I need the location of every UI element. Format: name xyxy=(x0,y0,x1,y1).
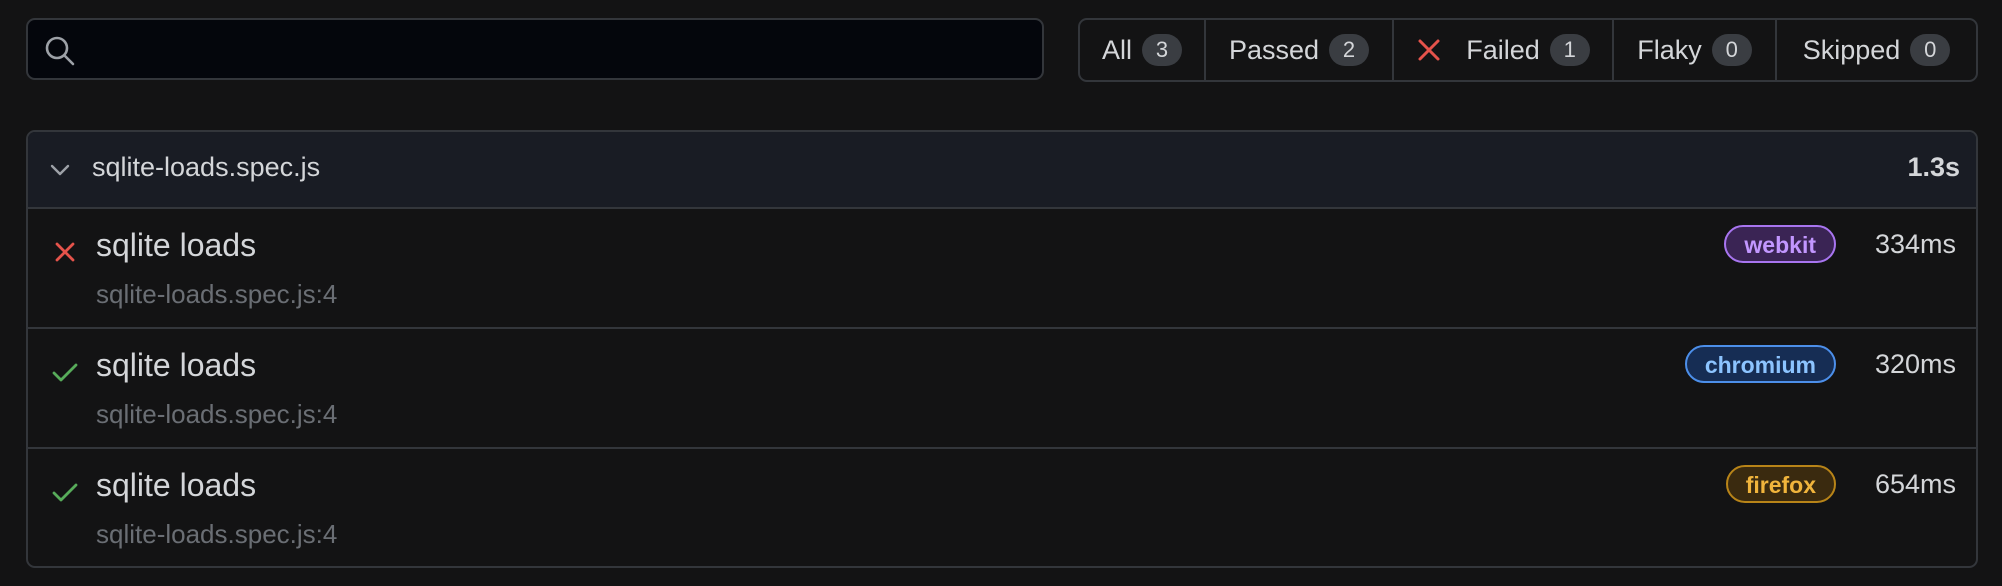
check-icon xyxy=(52,363,78,382)
test-row[interactable]: sqlite loads sqlite-loads.spec.js:4 webk… xyxy=(28,209,1976,329)
filter-failed-count: 1 xyxy=(1549,34,1590,66)
filter-flaky-label: Flaky xyxy=(1637,34,1702,65)
filter-skipped[interactable]: Skipped 0 xyxy=(1777,20,1976,80)
filter-all-label: All xyxy=(1101,34,1132,65)
test-report: All 3 Passed 2 Failed 1 Flaky 0 Skipped … xyxy=(0,0,2002,586)
test-duration: 334ms xyxy=(1874,229,1956,259)
test-duration: 654ms xyxy=(1874,469,1956,499)
test-row[interactable]: sqlite loads sqlite-loads.spec.js:4 fire… xyxy=(28,449,1976,566)
x-icon xyxy=(1418,39,1440,61)
test-location: sqlite-loads.spec.js:4 xyxy=(96,279,338,309)
filter-passed-count: 2 xyxy=(1329,34,1370,66)
test-title[interactable]: sqlite loads xyxy=(96,347,256,384)
test-title[interactable]: sqlite loads xyxy=(96,467,256,504)
project-badge-chromium[interactable]: chromium xyxy=(1684,345,1836,383)
test-duration: 320ms xyxy=(1874,349,1956,379)
filter-all-count: 3 xyxy=(1142,34,1182,66)
search-input[interactable] xyxy=(92,20,1030,80)
test-title[interactable]: sqlite loads xyxy=(96,227,256,264)
filter-flaky[interactable]: Flaky 0 xyxy=(1614,20,1777,80)
filter-passed-label: Passed xyxy=(1228,34,1320,65)
filter-passed[interactable]: Passed 2 xyxy=(1206,20,1394,80)
check-icon xyxy=(52,483,78,502)
project-badge-firefox[interactable]: firefox xyxy=(1725,465,1836,503)
filter-flaky-count: 0 xyxy=(1711,34,1752,66)
test-location: sqlite-loads.spec.js:4 xyxy=(96,519,338,549)
spec-file-name: sqlite-loads.spec.js xyxy=(92,152,321,182)
filter-skipped-label: Skipped xyxy=(1802,34,1901,65)
search-box[interactable] xyxy=(26,18,1044,80)
filter-failed[interactable]: Failed 1 xyxy=(1394,20,1614,80)
x-icon xyxy=(55,242,75,262)
chevron-down-icon[interactable] xyxy=(48,158,72,182)
spec-file-header[interactable]: sqlite-loads.spec.js 1.3s xyxy=(28,132,1976,209)
project-badge-webkit[interactable]: webkit xyxy=(1724,225,1836,263)
filter-failed-label: Failed xyxy=(1466,34,1540,65)
filter-all[interactable]: All 3 xyxy=(1080,20,1206,80)
search-icon xyxy=(45,36,75,66)
status-filter-bar: All 3 Passed 2 Failed 1 Flaky 0 Skipped … xyxy=(1078,18,1978,82)
test-row[interactable]: sqlite loads sqlite-loads.spec.js:4 chro… xyxy=(28,329,1976,449)
spec-file-group: sqlite-loads.spec.js 1.3s sqlite loads s… xyxy=(26,130,1978,568)
test-location: sqlite-loads.spec.js:4 xyxy=(96,399,338,429)
spec-file-duration: 1.3s xyxy=(1907,152,1960,182)
filter-skipped-count: 0 xyxy=(1910,34,1951,66)
